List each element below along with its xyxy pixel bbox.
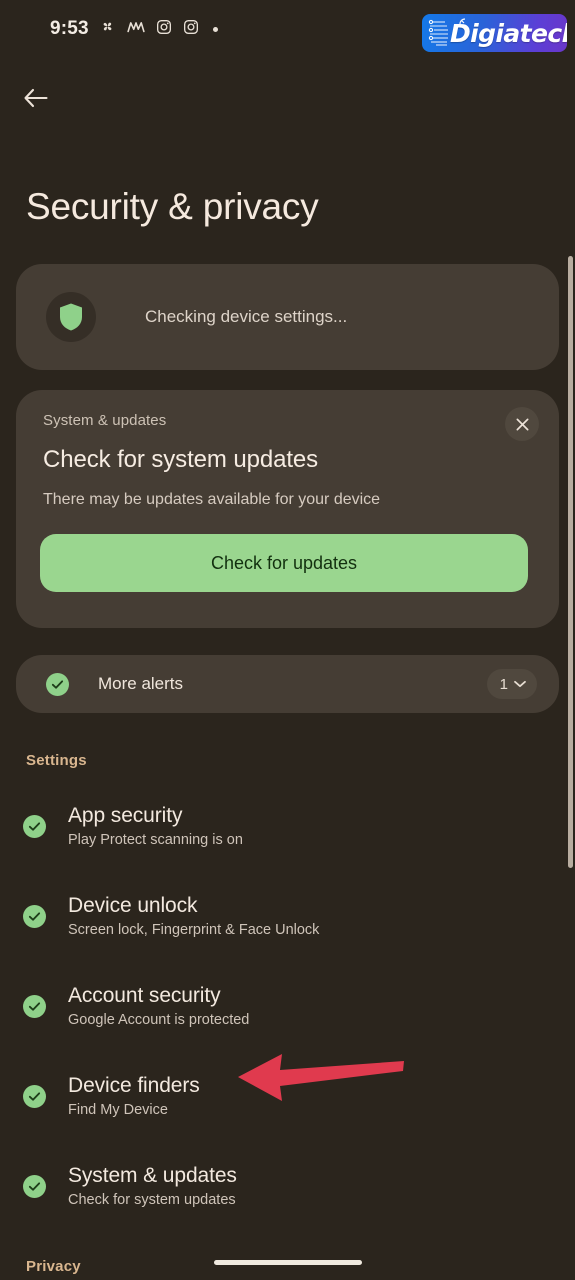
more-alerts-label: More alerts [98,674,184,693]
check-circle-icon [0,814,68,838]
settings-row-title: Device unlock [68,894,198,917]
updates-card-title: Check for system updates [43,446,319,473]
settings-row-account-security[interactable]: Account security Google Account is prote… [0,975,543,1037]
more-alerts-row[interactable]: More alerts 1 [16,655,559,713]
check-circle-icon [46,672,69,696]
updates-card-eyebrow: System & updates [43,412,167,429]
device-status-text: Checking device settings... [145,307,348,326]
device-status-card[interactable]: Checking device settings... [16,264,559,370]
settings-row-title: Device finders [68,1074,200,1097]
more-alerts-count-pill[interactable]: 1 [486,669,537,699]
more-alerts-count: 1 [499,675,508,693]
chevron-down-icon [514,680,526,688]
settings-row-text: System & updates Check for system update… [68,1164,237,1208]
settings-row-system-updates[interactable]: System & updates Check for system update… [0,1155,543,1217]
check-circle-icon [0,1174,68,1198]
settings-section-header: Settings [26,752,87,769]
settings-row-subtitle: Check for system updates [68,1192,236,1208]
settings-row-subtitle: Find My Device [68,1102,168,1118]
shield-icon-container [46,292,96,342]
settings-row-text: Account security Google Account is prote… [68,984,249,1028]
close-icon[interactable] [505,407,539,441]
settings-row-subtitle: Google Account is protected [68,1012,250,1028]
settings-row-text: App security Play Protect scanning is on [68,804,243,848]
check-circle-icon [0,994,68,1018]
privacy-section-header: Privacy [26,1258,81,1275]
settings-row-subtitle: Screen lock, Fingerprint & Face Unlock [68,922,320,938]
check-circle-icon [0,904,68,928]
updates-card-subtitle: There may be updates available for your … [43,491,381,508]
scrollbar-thumb[interactable] [568,256,573,868]
settings-row-title: App security [68,804,183,827]
shield-icon [60,303,82,331]
settings-row-title: System & updates [68,1164,237,1187]
scroll-content: Checking device settings... System & upd… [0,0,575,1280]
settings-row-device-finders[interactable]: Device finders Find My Device [0,1065,543,1127]
settings-row-text: Device finders Find My Device [68,1074,200,1118]
settings-row-device-unlock[interactable]: Device unlock Screen lock, Fingerprint &… [0,885,543,947]
settings-row-subtitle: Play Protect scanning is on [68,832,243,848]
gesture-nav-bar[interactable] [213,1260,362,1265]
settings-row-app-security[interactable]: App security Play Protect scanning is on [0,795,543,857]
phone-screen: 9:53 Digiatech Security & privacy Checki… [0,0,575,1280]
system-updates-card: System & updates Check for system update… [16,390,559,628]
settings-row-text: Device unlock Screen lock, Fingerprint &… [68,894,319,938]
check-for-updates-button[interactable]: Check for updates [40,534,528,592]
settings-row-title: Account security [68,984,221,1007]
check-circle-icon [0,1084,68,1108]
